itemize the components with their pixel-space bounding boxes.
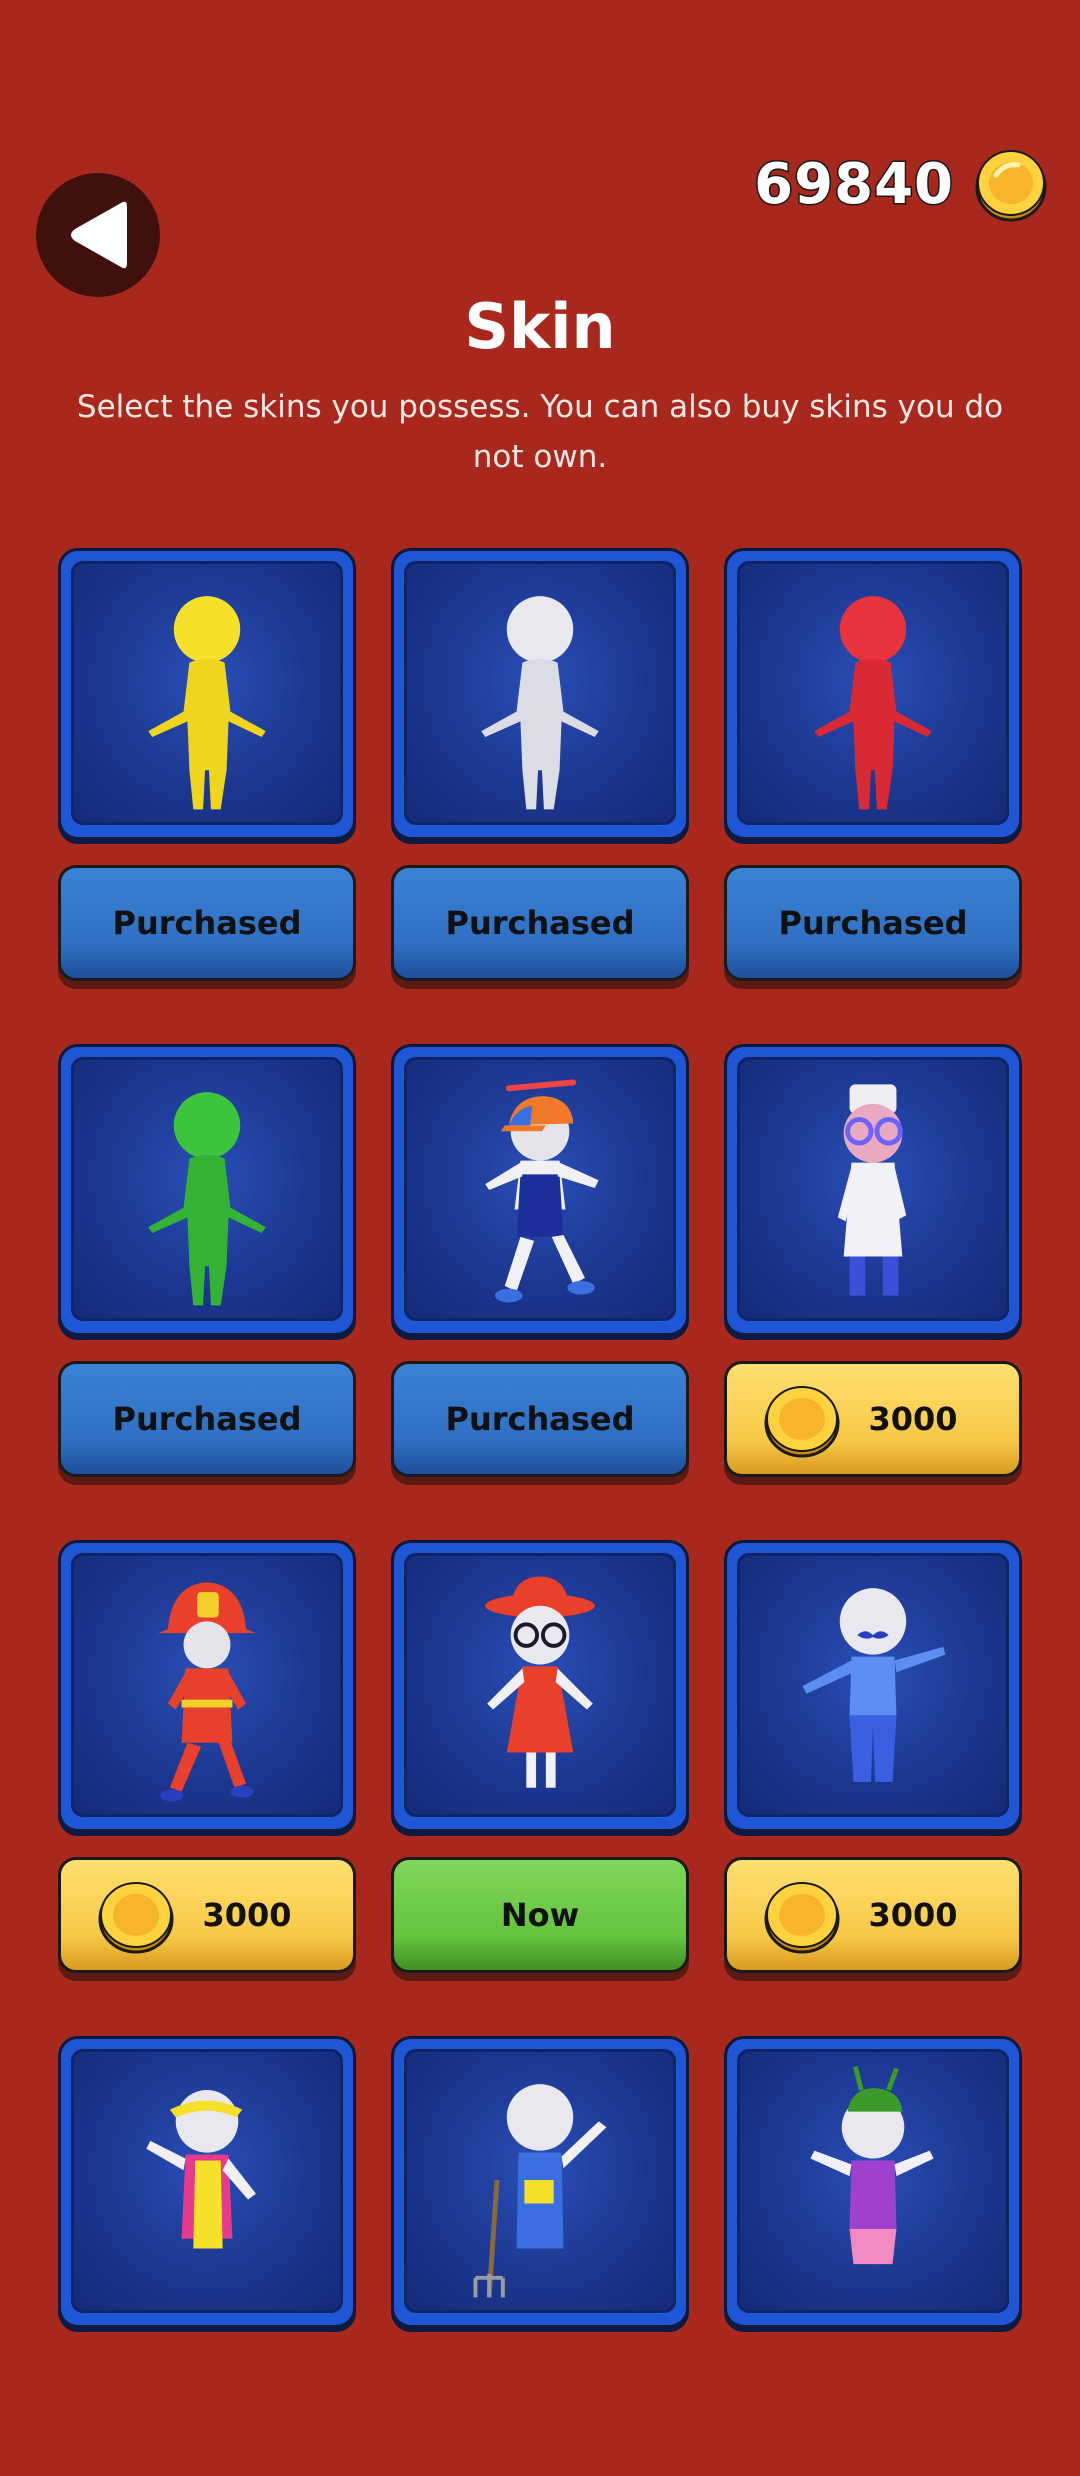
skin-card-firefighter[interactable] <box>58 1540 356 1832</box>
page-subtitle: Select the skins you possess. You can al… <box>76 389 1004 475</box>
skin-card-mustache-man[interactable] <box>724 1540 1022 1832</box>
mustache-man-figure <box>802 1588 946 1782</box>
skin-row: Purchased Purchased 3000 <box>58 1044 1022 1484</box>
skin-card-yellow-stickman[interactable] <box>58 548 356 840</box>
coin-count: 69840 <box>753 150 955 218</box>
gold-coin-icon <box>98 1882 174 1954</box>
skin-card-doctor[interactable] <box>724 1044 1022 1336</box>
page-title: Skin <box>464 290 616 363</box>
buy-button[interactable]: 3000 <box>724 1361 1022 1477</box>
purchased-button[interactable]: Purchased <box>391 1361 689 1477</box>
purchased-button[interactable]: Purchased <box>724 865 1022 981</box>
skin-card-propeller-cap-kid[interactable] <box>391 1044 689 1336</box>
white-stickman-figure <box>481 596 599 810</box>
skin-row: 3000 Now 3000 <box>58 1540 1022 1980</box>
gold-coin-icon <box>764 1882 840 1954</box>
gold-coin-icon <box>975 150 1047 222</box>
alien-hat-figure <box>810 2065 934 2265</box>
purchased-button[interactable]: Purchased <box>58 865 356 981</box>
buy-button[interactable]: 3000 <box>58 1857 356 1973</box>
yellow-stickman-figure <box>148 596 266 810</box>
back-triangle-icon <box>71 201 127 269</box>
skin-card-alien-hat[interactable] <box>724 2036 1022 2328</box>
skin-card-farmer-pitchfork[interactable] <box>391 2036 689 2328</box>
buy-button[interactable]: 3000 <box>724 1857 1022 1973</box>
skin-card-red-dress-lady[interactable] <box>391 1540 689 1832</box>
propeller-cap-kid-figure <box>485 1079 599 1303</box>
doctor-figure <box>837 1084 907 1296</box>
red-stickman-figure <box>814 596 932 810</box>
skin-card-white-stickman[interactable] <box>391 548 689 840</box>
current-skin-button[interactable]: Now <box>391 1857 689 1973</box>
coin-balance: 69840 <box>753 145 1050 223</box>
purchased-button[interactable]: Purchased <box>58 1361 356 1477</box>
red-dress-lady-figure <box>485 1576 595 1788</box>
skin-row <box>58 2036 1022 2476</box>
back-button[interactable] <box>36 173 160 297</box>
farmer-pitchfork-figure <box>473 2084 607 2298</box>
skin-card-green-stickman[interactable] <box>58 1044 356 1336</box>
skin-card-visor-cook[interactable] <box>58 2036 356 2328</box>
green-stickman-figure <box>148 1092 266 1306</box>
price-label: 3000 <box>868 1400 958 1438</box>
firefighter-figure <box>158 1582 256 1802</box>
visor-cook-figure <box>146 2090 256 2249</box>
price-label: 3000 <box>868 1896 958 1934</box>
skin-card-red-stickman[interactable] <box>724 548 1022 840</box>
gold-coin-icon <box>764 1386 840 1458</box>
purchased-button[interactable]: Purchased <box>391 865 689 981</box>
skin-row: Purchased Purchased Purchased <box>58 548 1022 988</box>
price-label: 3000 <box>202 1896 292 1934</box>
